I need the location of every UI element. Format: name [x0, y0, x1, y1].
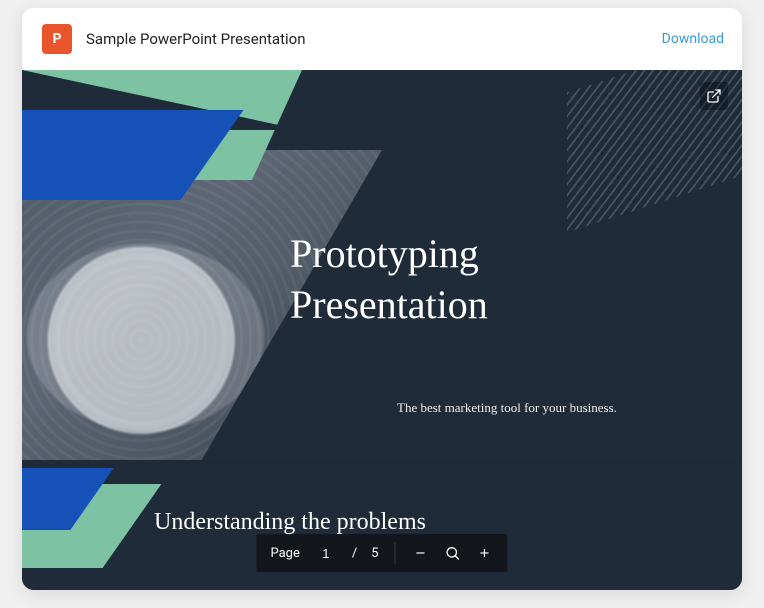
- slide-1: Prototyping Presentation The best market…: [22, 70, 742, 460]
- slide2-title: Understanding the problems: [154, 509, 426, 536]
- minus-icon: [414, 546, 428, 560]
- page-input[interactable]: [314, 546, 338, 561]
- document-title: Sample PowerPoint Presentation: [86, 30, 650, 48]
- slide-title: Prototyping Presentation: [290, 228, 488, 330]
- pager-toolbar: Page / 5: [256, 534, 507, 572]
- plus-icon: [478, 546, 492, 560]
- page-total: 5: [371, 546, 378, 561]
- header-bar: P Sample PowerPoint Presentation Downloa…: [22, 8, 742, 70]
- zoom-out-button[interactable]: [412, 544, 430, 562]
- magnifier-icon: [445, 545, 461, 561]
- slide-viewer: Prototyping Presentation The best market…: [22, 70, 742, 590]
- external-link-icon: [706, 88, 722, 104]
- document-viewer-card: P Sample PowerPoint Presentation Downloa…: [22, 8, 742, 590]
- powerpoint-icon: P: [40, 22, 74, 56]
- slide-subtitle: The best marketing tool for your busines…: [397, 400, 617, 416]
- page-separator: /: [352, 546, 357, 561]
- page-label: Page: [270, 546, 299, 561]
- zoom-reset-button[interactable]: [444, 544, 462, 562]
- zoom-in-button[interactable]: [476, 544, 494, 562]
- app-icon-letter: P: [52, 31, 61, 47]
- open-external-button[interactable]: [700, 82, 728, 110]
- slide-title-line2: Presentation: [290, 282, 488, 327]
- divider: [395, 542, 396, 564]
- slide-title-line1: Prototyping: [290, 231, 479, 276]
- download-link[interactable]: Download: [662, 31, 724, 47]
